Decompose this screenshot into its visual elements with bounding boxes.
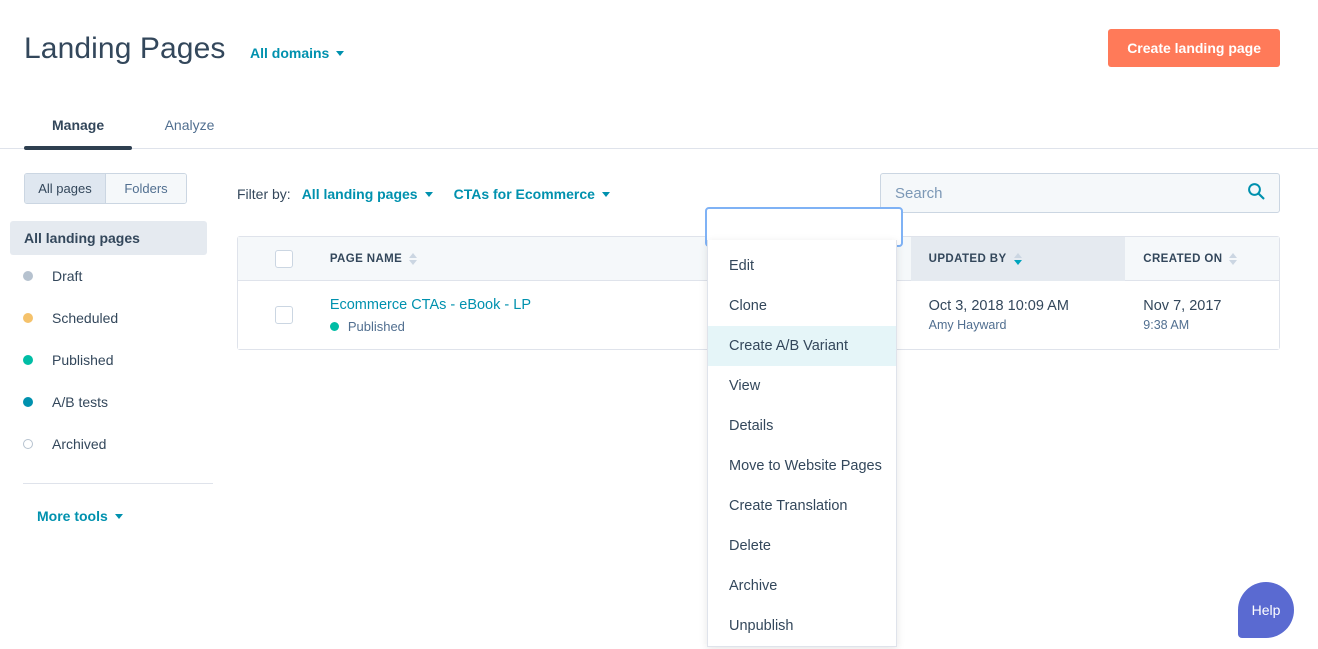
select-all-checkbox[interactable]	[275, 250, 293, 268]
filter-label: CTAs for Ecommerce	[454, 186, 595, 202]
chevron-down-icon	[602, 192, 610, 197]
sort-icon-updated-by[interactable]	[1014, 253, 1022, 265]
chevron-down-icon	[425, 192, 433, 197]
created-time: 9:38 AM	[1143, 316, 1279, 334]
menu-item-details[interactable]: Details	[708, 406, 896, 446]
menu-item-clone[interactable]: Clone	[708, 286, 896, 326]
sort-icon-page-name[interactable]	[409, 253, 417, 265]
sidebar-item-label: Scheduled	[52, 310, 118, 326]
sidebar-item-label: A/B tests	[52, 394, 108, 410]
tab-bar: Manage Analyze	[0, 94, 1318, 149]
status-dot-published	[330, 322, 339, 331]
filter-by-label: Filter by:	[237, 186, 291, 202]
filter-label: All landing pages	[302, 186, 418, 202]
status-dot-scheduled	[23, 313, 33, 323]
tab-manage[interactable]: Manage	[24, 94, 132, 149]
more-tools-dropdown[interactable]: More tools	[37, 508, 237, 524]
toggle-all-pages[interactable]: All pages	[25, 174, 106, 203]
sidebar-item-scheduled[interactable]: Scheduled	[0, 297, 237, 339]
chevron-down-icon	[115, 514, 123, 519]
toggle-folders[interactable]: Folders	[106, 174, 186, 203]
sidebar-item-label: Draft	[52, 268, 82, 284]
sidebar-item-archived[interactable]: Archived	[0, 423, 237, 465]
menu-item-unpublish[interactable]: Unpublish	[708, 606, 896, 646]
menu-item-archive[interactable]: Archive	[708, 566, 896, 606]
status-dot-draft	[23, 271, 33, 281]
menu-item-create-ab-variant[interactable]: Create A/B Variant	[708, 326, 896, 366]
created-date: Nov 7, 2017	[1143, 297, 1279, 316]
updated-timestamp: Oct 3, 2018 10:09 AM	[929, 297, 1126, 316]
domain-filter-label: All domains	[250, 45, 329, 61]
menu-item-view[interactable]: View	[708, 366, 896, 406]
sidebar-item-label: Archived	[52, 436, 106, 452]
status-label: Published	[348, 319, 405, 334]
sidebar-item-all-landing-pages[interactable]: All landing pages	[10, 221, 207, 255]
status-dot-ab-tests	[23, 397, 33, 407]
menu-item-delete[interactable]: Delete	[708, 526, 896, 566]
page-header: Landing Pages All domains Create landing…	[0, 0, 1318, 94]
status-dot-archived	[23, 439, 33, 449]
sidebar-item-published[interactable]: Published	[0, 339, 237, 381]
menu-item-move-to-website-pages[interactable]: Move to Website Pages	[708, 446, 896, 486]
filter-ctas-for-ecommerce[interactable]: CTAs for Ecommerce	[454, 186, 610, 202]
updated-by-user: Amy Hayward	[929, 316, 1126, 334]
more-tools-label: More tools	[37, 508, 108, 524]
page-title: Landing Pages	[24, 30, 225, 68]
help-button[interactable]: Help	[1238, 582, 1294, 638]
view-toggle-group: All pages Folders	[24, 173, 187, 204]
column-label: UPDATED BY	[929, 253, 1007, 265]
search-box[interactable]	[880, 173, 1280, 213]
sidebar-divider	[23, 483, 213, 484]
column-label: CREATED ON	[1143, 253, 1222, 265]
row-checkbox[interactable]	[275, 306, 293, 324]
sidebar: All pages Folders All landing pages Draf…	[0, 149, 237, 524]
search-icon[interactable]	[1247, 182, 1265, 205]
sidebar-item-ab-tests[interactable]: A/B tests	[0, 381, 237, 423]
menu-item-create-translation[interactable]: Create Translation	[708, 486, 896, 526]
column-header-updated-by[interactable]: UPDATED BY	[911, 237, 1126, 281]
tab-analyze[interactable]: Analyze	[137, 94, 243, 149]
content-area: All pages Folders All landing pages Draf…	[0, 149, 1318, 524]
row-select-cell	[238, 293, 330, 337]
domain-filter-dropdown[interactable]: All domains	[250, 45, 344, 61]
chevron-down-icon	[336, 51, 344, 56]
sidebar-item-draft[interactable]: Draft	[0, 255, 237, 297]
cell-created-on: Nov 7, 2017 9:38 AM	[1125, 297, 1279, 334]
sidebar-item-label: Published	[52, 352, 114, 368]
cell-updated-by: Oct 3, 2018 10:09 AM Amy Hayward	[911, 297, 1126, 334]
create-landing-page-button[interactable]: Create landing page	[1108, 29, 1280, 67]
sort-icon-created-on[interactable]	[1229, 253, 1237, 265]
row-actions-menu: Edit Clone Create A/B Variant View Detai…	[707, 240, 897, 647]
column-header-created-on[interactable]: CREATED ON	[1125, 237, 1279, 281]
menu-item-edit[interactable]: Edit	[708, 246, 896, 286]
search-input[interactable]	[895, 185, 1247, 202]
column-label: PAGE NAME	[330, 253, 402, 265]
filter-all-landing-pages[interactable]: All landing pages	[302, 186, 433, 202]
select-all-cell	[238, 237, 330, 281]
status-dot-published	[23, 355, 33, 365]
